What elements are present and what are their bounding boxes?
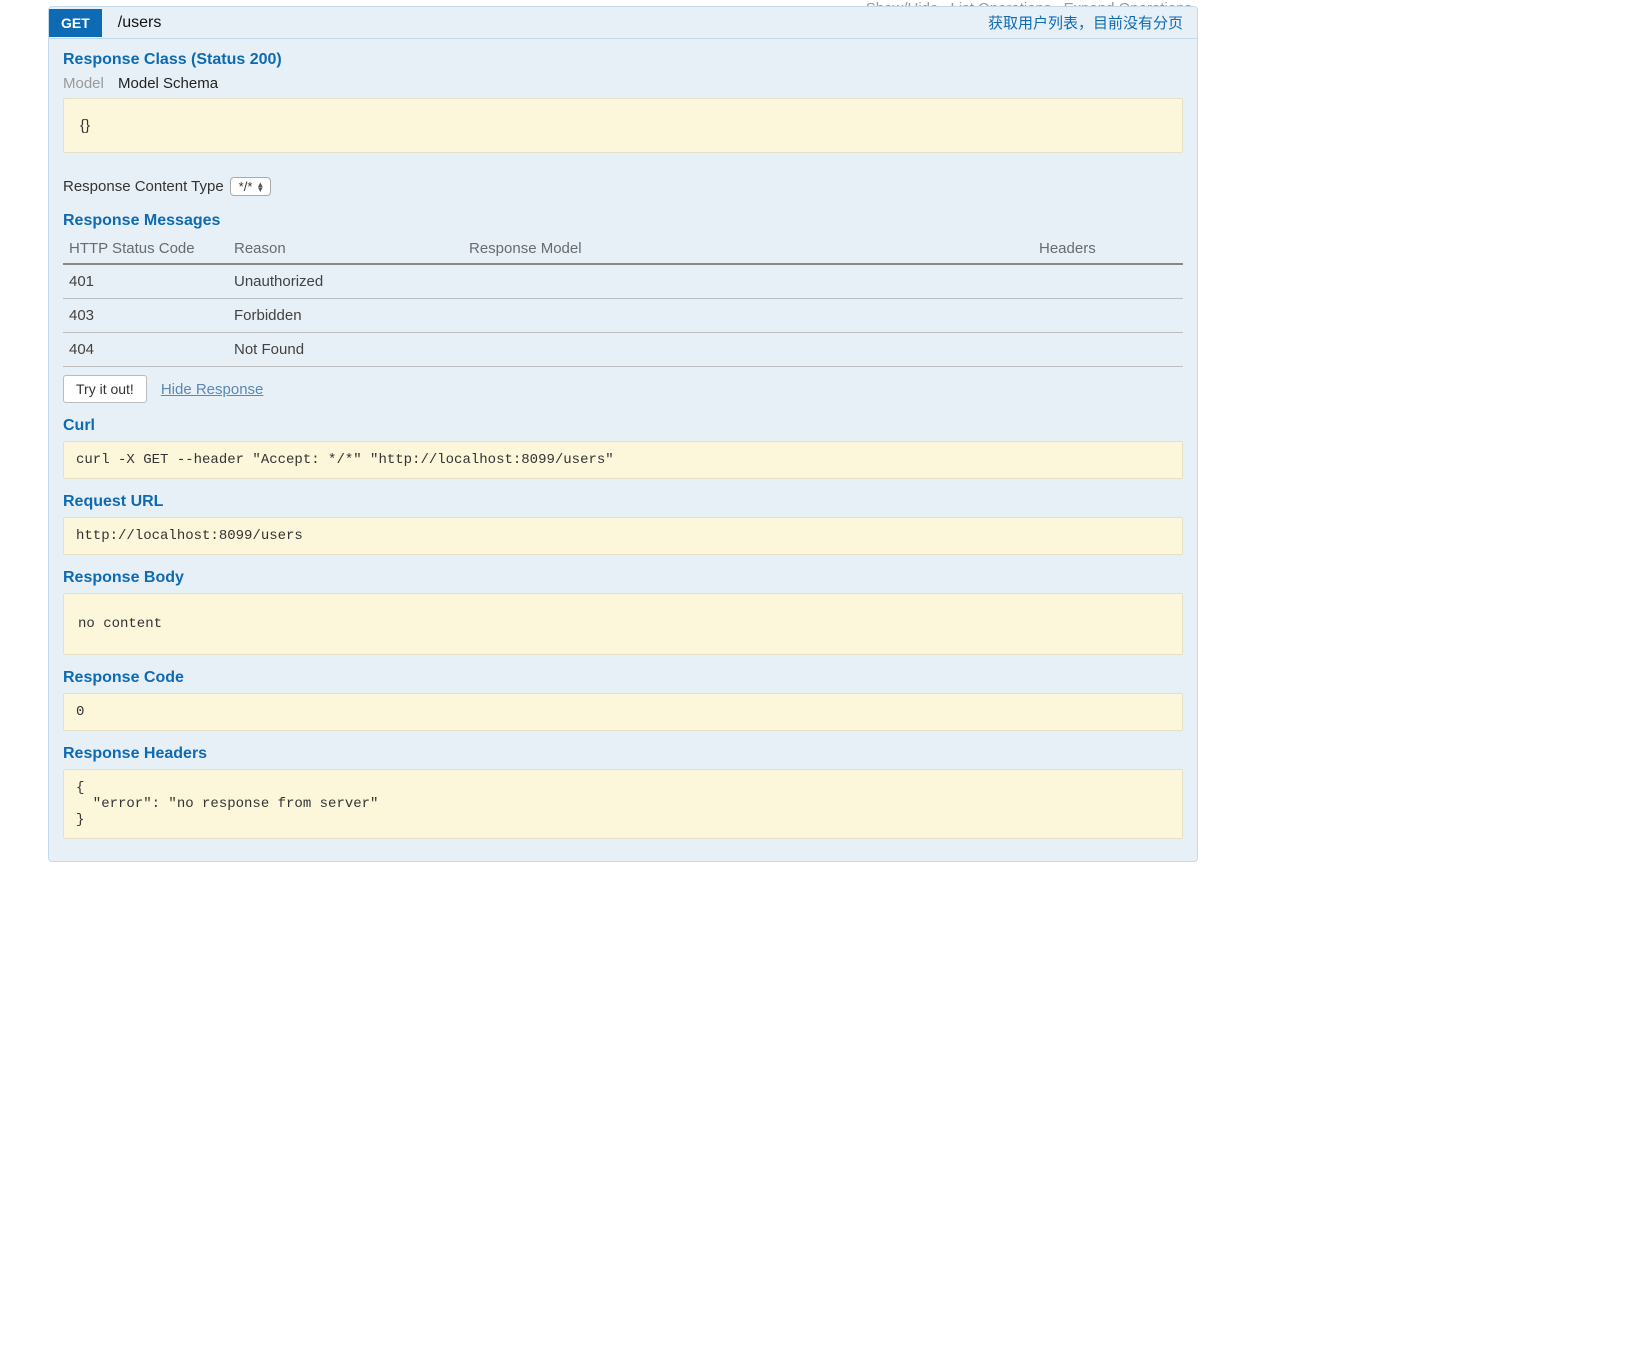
response-class-title: Response Class (Status 200)	[63, 51, 1183, 69]
table-row: 404 Not Found	[63, 333, 1183, 367]
http-method-badge: GET	[49, 9, 102, 37]
status-cell: 403	[63, 299, 228, 333]
chevron-updown-icon: ▲▼	[256, 182, 264, 192]
reason-cell: Forbidden	[228, 299, 463, 333]
response-body-title: Response Body	[63, 569, 1183, 587]
try-it-out-button[interactable]: Try it out!	[63, 375, 147, 403]
response-messages-table: HTTP Status Code Reason Response Model H…	[63, 236, 1183, 367]
response-code-box: 0	[63, 693, 1183, 731]
status-cell: 401	[63, 264, 228, 299]
table-row: 401 Unauthorized	[63, 264, 1183, 299]
hide-response-link[interactable]: Hide Response	[161, 381, 264, 398]
request-url-box: http://localhost:8099/users	[63, 517, 1183, 555]
content-type-select[interactable]: */* ▲▼	[230, 177, 272, 196]
operation-header[interactable]: GET /users 获取用户列表，目前没有分页	[49, 7, 1197, 39]
response-headers-title: Response Headers	[63, 745, 1183, 763]
tab-model[interactable]: Model	[63, 75, 104, 92]
response-content-type-label: Response Content Type	[63, 178, 224, 195]
reason-cell: Unauthorized	[228, 264, 463, 299]
model-tabs: Model Model Schema	[63, 75, 1183, 92]
operation-body: Response Class (Status 200) Model Model …	[49, 39, 1197, 861]
response-messages-title: Response Messages	[63, 212, 1183, 230]
col-headers: Headers	[1033, 236, 1183, 264]
request-url-title: Request URL	[63, 493, 1183, 511]
status-cell: 404	[63, 333, 228, 367]
model-schema-box[interactable]: {}	[63, 98, 1183, 153]
content-type-value: */*	[239, 179, 253, 194]
table-row: 403 Forbidden	[63, 299, 1183, 333]
tab-model-schema[interactable]: Model Schema	[118, 75, 218, 92]
response-content-type-row: Response Content Type */* ▲▼	[63, 177, 1183, 196]
expand-operations-link[interactable]: Expand Operations	[1064, 0, 1192, 6]
list-operations-link[interactable]: List Operations	[951, 0, 1052, 6]
endpoint-path: /users	[102, 14, 988, 32]
show-hide-link[interactable]: Show/Hide	[866, 0, 939, 6]
response-code-title: Response Code	[63, 669, 1183, 687]
response-body-box: no content	[63, 593, 1183, 655]
col-http-status: HTTP Status Code	[63, 236, 228, 264]
col-response-model: Response Model	[463, 236, 1033, 264]
operation-summary: 获取用户列表，目前没有分页	[988, 12, 1197, 33]
reason-cell: Not Found	[228, 333, 463, 367]
action-row: Try it out! Hide Response	[63, 375, 1183, 403]
col-reason: Reason	[228, 236, 463, 264]
operation-panel: GET /users 获取用户列表，目前没有分页 Response Class …	[48, 6, 1198, 862]
response-headers-box: { "error": "no response from server" }	[63, 769, 1183, 839]
curl-title: Curl	[63, 417, 1183, 435]
curl-box: curl -X GET --header "Accept: */*" "http…	[63, 441, 1183, 479]
